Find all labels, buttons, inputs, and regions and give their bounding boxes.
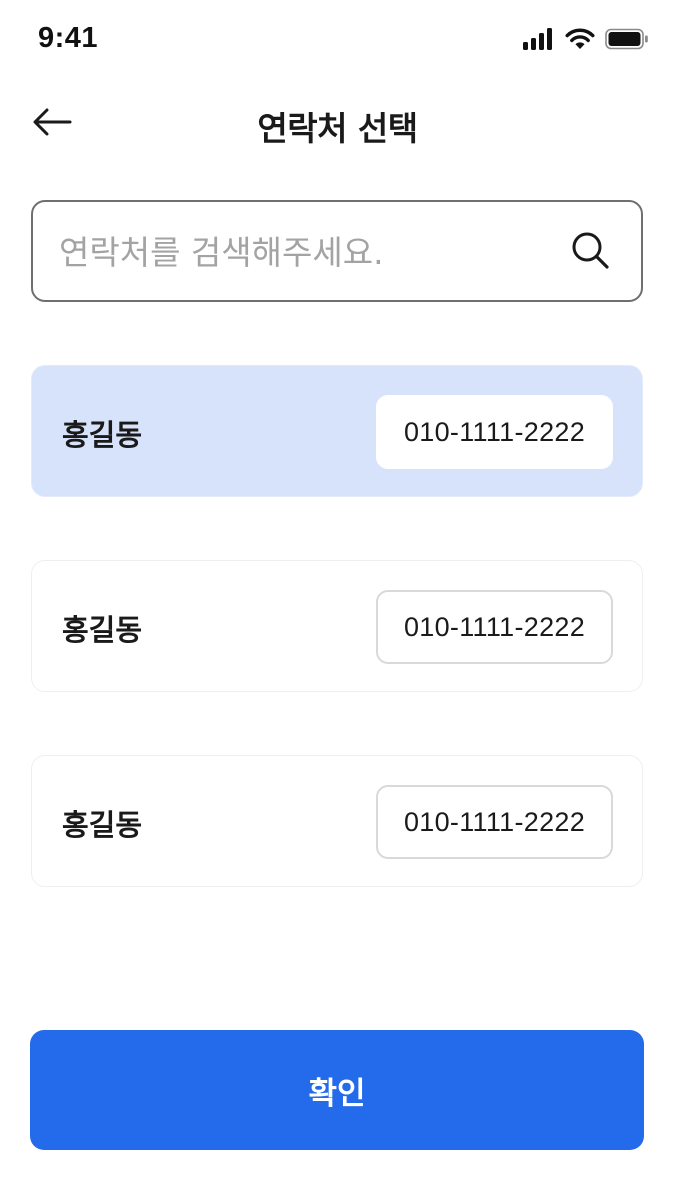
search-input[interactable]: [59, 222, 559, 282]
search-button[interactable]: [567, 229, 613, 275]
contact-phone: 010-1111-2222: [376, 590, 613, 664]
contact-item[interactable]: 홍길동 010-1111-2222: [31, 560, 643, 692]
wifi-icon: [565, 28, 595, 54]
signal-icon: [523, 28, 555, 54]
contact-name: 홍길동: [62, 808, 143, 842]
confirm-button[interactable]: 확인: [30, 1030, 644, 1150]
status-icons: [523, 28, 649, 54]
contact-name: 홍길동: [62, 418, 143, 452]
status-time: 9:41: [38, 22, 99, 54]
status-bar: 9:41: [0, 0, 675, 84]
page-title: 연락처 선택: [257, 109, 418, 148]
contact-phone: 010-1111-2222: [376, 395, 613, 469]
search-box: [31, 200, 643, 302]
search-icon: [569, 229, 611, 275]
contact-item[interactable]: 홍길동 010-1111-2222: [31, 365, 643, 497]
contact-phone: 010-1111-2222: [376, 785, 613, 859]
header: 연락처 선택: [0, 84, 675, 164]
contact-name: 홍길동: [62, 613, 143, 647]
battery-icon: [605, 28, 649, 54]
contact-item[interactable]: 홍길동 010-1111-2222: [31, 755, 643, 887]
